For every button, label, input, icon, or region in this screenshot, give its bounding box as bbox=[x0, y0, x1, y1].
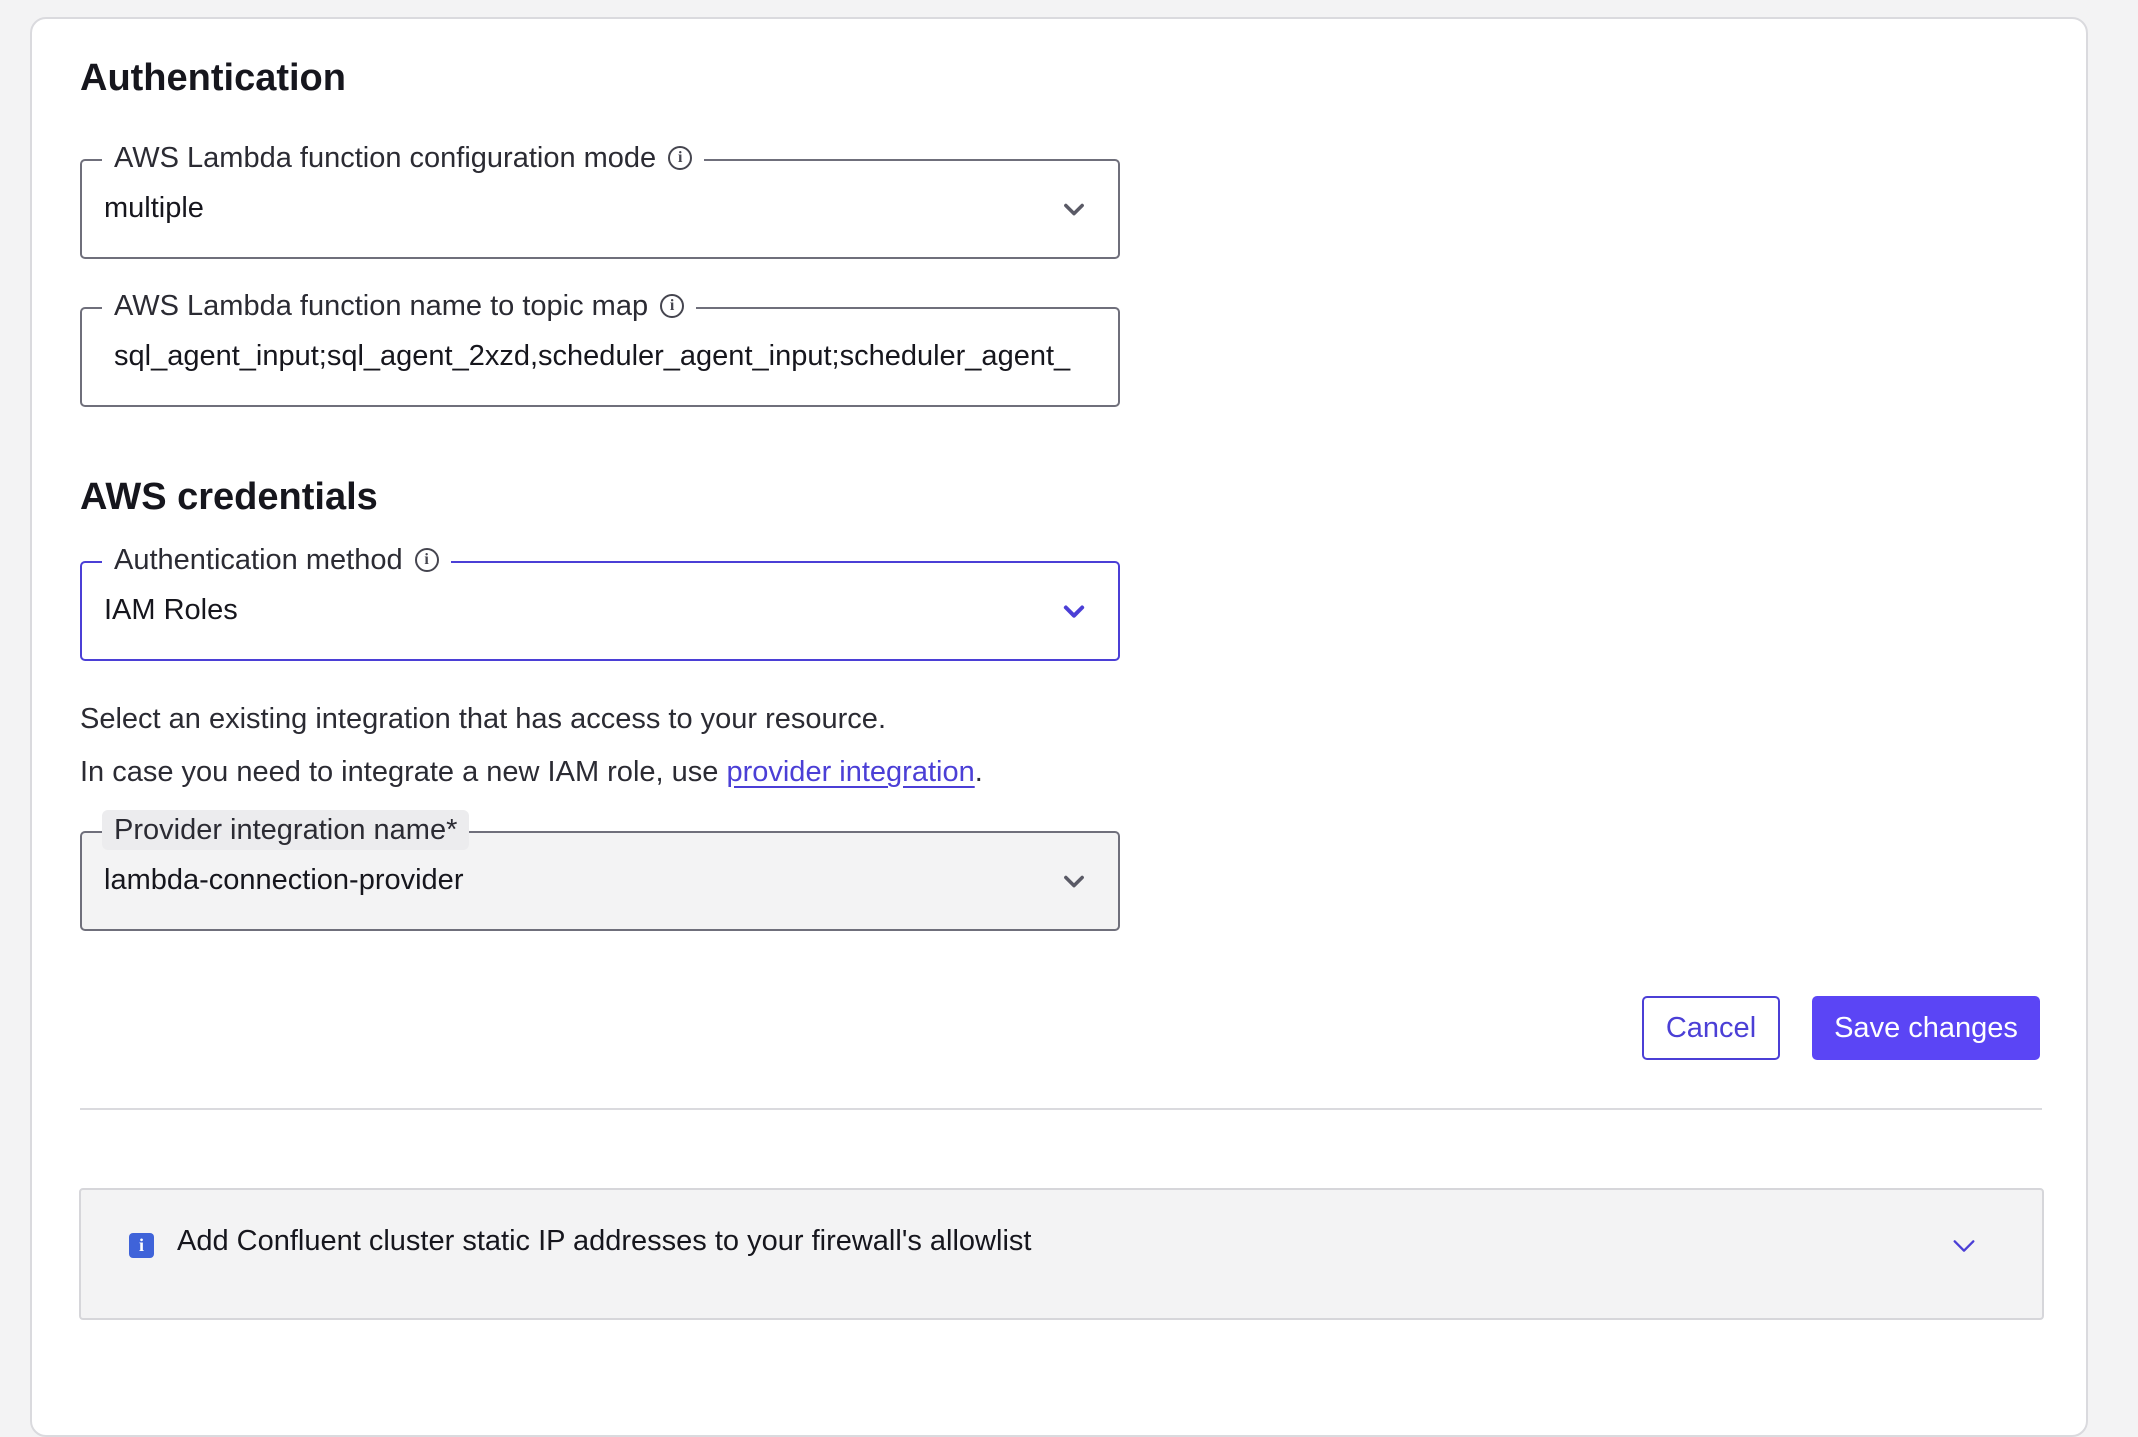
chevron-down-icon bbox=[1064, 875, 1084, 888]
provider-integration-value: lambda-connection-provider bbox=[104, 864, 464, 896]
info-icon[interactable]: i bbox=[660, 294, 685, 318]
auth-method-value: IAM Roles bbox=[104, 594, 238, 626]
auth-method-label: Authentication method bbox=[114, 543, 403, 576]
topic-map-legend: AWS Lambda function name to topic map i bbox=[102, 286, 697, 326]
helper-text-select-integration: Select an existing integration that has … bbox=[80, 703, 886, 735]
topic-map-input[interactable]: AWS Lambda function name to topic map i … bbox=[80, 286, 1120, 407]
accordion-title: Add Confluent cluster static IP addresse… bbox=[177, 1225, 1032, 1257]
info-icon[interactable]: i bbox=[414, 548, 439, 572]
helper-text-prefix: In case you need to integrate a new IAM … bbox=[80, 756, 727, 788]
config-mode-label: AWS Lambda function configuration mode bbox=[114, 141, 657, 174]
info-icon: i bbox=[129, 1233, 154, 1258]
provider-integration-select[interactable]: Provider integration name* lambda-connec… bbox=[80, 810, 1120, 931]
provider-integration-link[interactable]: provider integration bbox=[726, 756, 974, 788]
provider-integration-legend: Provider integration name* bbox=[102, 810, 470, 850]
config-mode-value: multiple bbox=[104, 192, 204, 224]
auth-method-select[interactable]: Authentication method i IAM Roles bbox=[80, 540, 1120, 661]
divider bbox=[80, 1108, 2042, 1110]
section-title-aws-credentials: AWS credentials bbox=[80, 476, 378, 518]
cancel-button[interactable]: Cancel bbox=[1642, 996, 1780, 1060]
firewall-allowlist-accordion[interactable]: i Add Confluent cluster static IP addres… bbox=[79, 1188, 2044, 1320]
config-mode-select[interactable]: AWS Lambda function configuration mode i… bbox=[80, 138, 1120, 259]
settings-card: Authentication AWS Lambda function confi… bbox=[30, 17, 2088, 1437]
chevron-down-icon bbox=[1063, 605, 1085, 618]
chevron-down-icon[interactable] bbox=[1950, 1232, 1978, 1260]
topic-map-label: AWS Lambda function name to topic map bbox=[114, 289, 649, 322]
auth-method-legend: Authentication method i bbox=[102, 540, 451, 580]
chevron-down-icon bbox=[1064, 203, 1084, 216]
provider-integration-label: Provider integration name* bbox=[114, 813, 458, 846]
helper-text-suffix: . bbox=[974, 756, 983, 788]
topic-map-value: sql_agent_input;sql_agent_2xzd,scheduler… bbox=[114, 340, 1071, 372]
save-changes-button[interactable]: Save changes bbox=[1812, 996, 2040, 1060]
helper-text-new-iam-role: In case you need to integrate a new IAM … bbox=[80, 756, 983, 789]
info-icon[interactable]: i bbox=[668, 146, 693, 170]
config-mode-legend: AWS Lambda function configuration mode i bbox=[102, 138, 705, 178]
section-title-authentication: Authentication bbox=[80, 57, 346, 99]
